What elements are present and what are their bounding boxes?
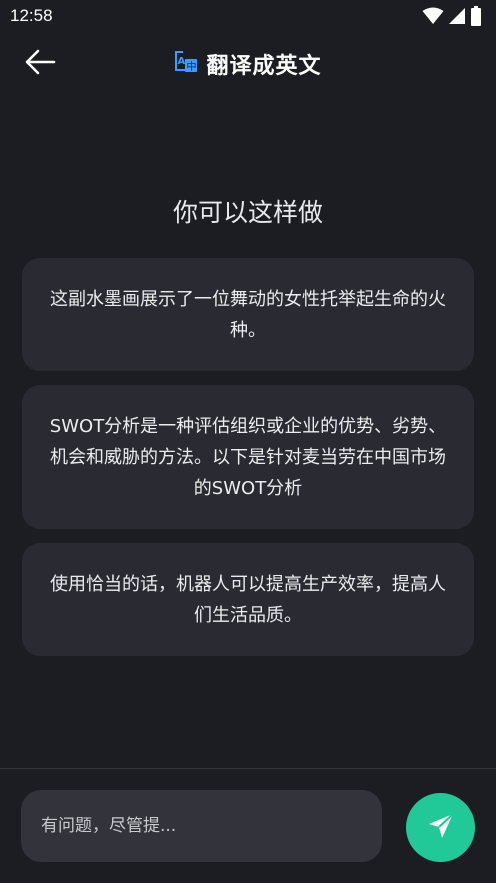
status-time: 12:58 — [10, 6, 53, 25]
cellular-signal-icon — [448, 7, 466, 29]
svg-text:中: 中 — [187, 60, 197, 73]
svg-text:A: A — [178, 56, 186, 67]
page-title: 翻译成英文 — [206, 54, 322, 79]
send-icon — [426, 811, 456, 845]
send-button[interactable] — [406, 793, 475, 862]
app-header: A 中 翻译成英文 — [0, 36, 496, 94]
composer-divider — [0, 768, 496, 769]
suggestion-card[interactable]: 使用恰当的话，机器人可以提高生产效率，提高人们生活品质。 — [22, 543, 474, 656]
battery-icon — [470, 6, 482, 30]
translate-icon: A 中 — [174, 50, 198, 78]
question-input[interactable] — [21, 790, 382, 862]
status-bar: 12:58 — [0, 0, 496, 36]
page-title-group: A 中 翻译成英文 — [0, 48, 496, 80]
suggestions-heading: 你可以这样做 — [172, 198, 323, 227]
suggestion-card[interactable]: SWOT分析是一种评估组织或企业的优势、劣势、机会和威胁的方法。以下是针对麦当劳… — [22, 385, 474, 529]
wifi-icon — [422, 7, 444, 29]
suggestion-text: 这副水墨画展示了一位舞动的女性托举起生命的火种。 — [50, 288, 446, 341]
suggestion-card[interactable]: 这副水墨画展示了一位舞动的女性托举起生命的火种。 — [22, 258, 474, 371]
suggestion-text: SWOT分析是一种评估组织或企业的优势、劣势、机会和威胁的方法。以下是针对麦当劳… — [49, 415, 447, 499]
suggestion-text: 使用恰当的话，机器人可以提高生产效率，提高人们生活品质。 — [50, 573, 446, 626]
status-icons — [422, 6, 482, 30]
